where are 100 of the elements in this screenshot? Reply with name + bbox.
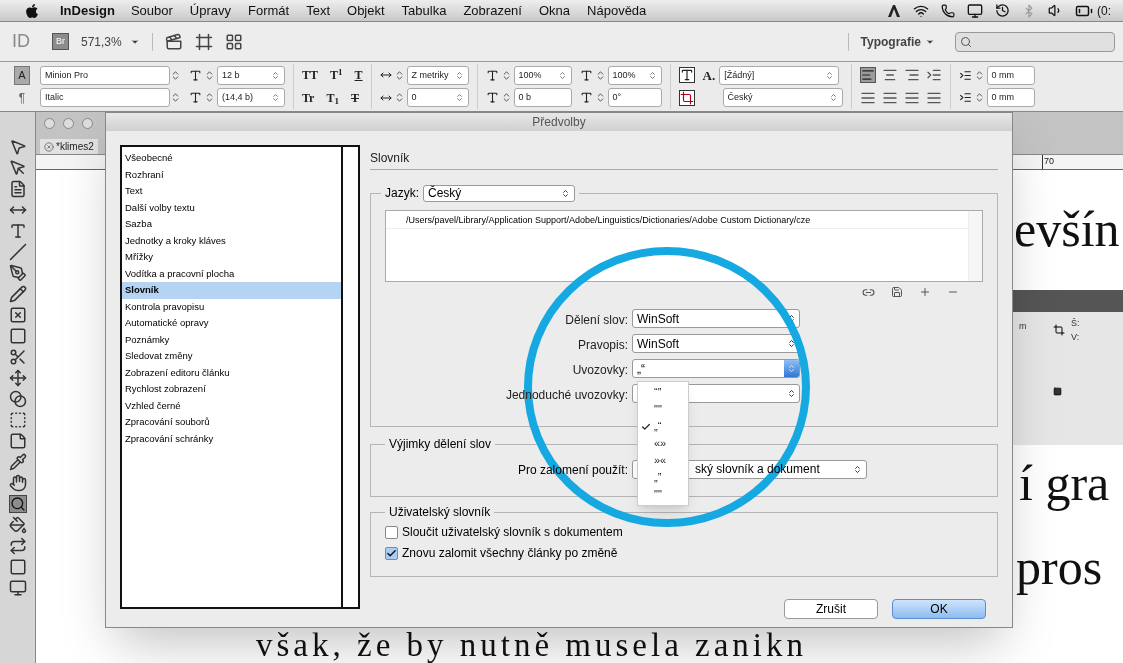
category-item[interactable]: Sledovat změny <box>122 348 341 365</box>
menu-item[interactable]: Text <box>306 0 331 21</box>
first-line-indent-field[interactable]: 0 mm <box>986 88 1035 108</box>
left-indent-field[interactable]: 0 mm <box>986 65 1035 85</box>
skew-field[interactable]: 0° <box>607 88 662 108</box>
character-mode-button[interactable]: A <box>14 66 30 85</box>
menu-item[interactable]: Tabulka <box>401 0 447 21</box>
language-select[interactable]: Český <box>423 184 575 202</box>
zoom-dropdown[interactable]: 571,3% <box>81 32 153 51</box>
search-field[interactable] <box>955 31 1115 52</box>
stepper-icon[interactable] <box>170 92 181 104</box>
menu-option[interactable]: "" <box>638 401 688 418</box>
scissors-icon[interactable] <box>8 348 27 366</box>
horizontal-scale-field[interactable]: 100% <box>607 65 662 85</box>
category-item[interactable]: Sazba <box>122 216 341 233</box>
menu-item[interactable]: Okna <box>538 0 571 21</box>
paragraph-mode-button[interactable]: ¶ <box>18 88 26 107</box>
stepper-icon[interactable] <box>204 92 215 104</box>
category-item[interactable]: Kontrola pravopisu <box>122 298 341 315</box>
menu-item[interactable]: Formát <box>248 0 290 21</box>
crossed-frame-icon[interactable] <box>8 306 27 324</box>
font-size-field[interactable]: 12 b <box>217 65 285 85</box>
move-icon[interactable] <box>8 369 27 387</box>
dialog-button[interactable]: OK <box>892 599 986 619</box>
square-icon[interactable] <box>8 558 27 576</box>
arrange-icon[interactable] <box>224 32 243 51</box>
category-item[interactable]: Rychlost zobrazení <box>122 381 341 398</box>
leading-field[interactable]: (14,4 b) <box>217 88 285 108</box>
blend-icon[interactable] <box>8 390 27 408</box>
category-item[interactable]: Text <box>122 183 341 200</box>
type-icon[interactable] <box>8 222 27 240</box>
apple-icon[interactable] <box>24 2 40 19</box>
category-item[interactable]: Poznámky <box>122 331 341 348</box>
pointer-icon[interactable] <box>8 159 27 177</box>
square-icon[interactable] <box>8 327 27 345</box>
option-select[interactable]: „“ <box>632 359 800 378</box>
case-button[interactable]: T <box>350 88 359 107</box>
text-fill-icon[interactable] <box>678 67 695 84</box>
tracking-field[interactable]: 0 <box>406 88 469 108</box>
menu-item[interactable]: Úpravy <box>189 0 231 21</box>
category-item[interactable]: Rozhraní <box>122 166 341 183</box>
category-item[interactable]: Zpracování souborů <box>122 414 341 431</box>
menu-item[interactable]: InDesign <box>60 0 115 21</box>
menu-option[interactable]: “” <box>638 384 688 401</box>
stepper-icon[interactable] <box>170 69 181 81</box>
note-icon[interactable] <box>8 432 27 450</box>
menu-option[interactable]: «» <box>638 435 688 452</box>
category-item[interactable]: Vzhled černé <box>122 397 341 414</box>
font-field[interactable]: Minion Pro <box>40 65 170 85</box>
swap-icon[interactable] <box>8 537 27 555</box>
page-icon[interactable] <box>8 180 27 198</box>
category-item[interactable]: Zobrazení editoru článku <box>122 364 341 381</box>
menu-item[interactable]: Soubor <box>130 0 173 21</box>
checkbox[interactable] <box>385 525 398 539</box>
pen-icon[interactable] <box>8 264 27 282</box>
category-item[interactable]: Jednotky a kroky kláves <box>122 232 341 249</box>
menu-option[interactable]: „“ <box>638 418 688 435</box>
add-icon[interactable] <box>919 286 931 298</box>
dialog-button[interactable]: Zrušit <box>784 599 878 619</box>
dashed-square-icon[interactable] <box>8 411 27 429</box>
category-item[interactable]: Další volby textu <box>122 199 341 216</box>
clock-icon[interactable] <box>995 3 1010 18</box>
language-field[interactable]: Český <box>722 88 843 108</box>
category-item[interactable]: Mřížky <box>122 249 341 266</box>
menu-item[interactable]: Nápověda <box>587 0 647 21</box>
vertical-scale-field[interactable]: 100% <box>513 65 572 85</box>
case-button[interactable]: TT <box>302 66 318 85</box>
menu-item[interactable]: Zobrazení <box>463 0 522 21</box>
paint-bucket-icon[interactable] <box>8 516 27 534</box>
pencil-icon[interactable] <box>8 285 27 303</box>
baseline-shift-field[interactable]: 0 b <box>513 88 572 108</box>
case-button[interactable]: T$^{1}$ <box>330 66 343 85</box>
hand-icon[interactable] <box>8 474 27 492</box>
menu-item[interactable]: Objekt <box>347 0 385 21</box>
case-button[interactable]: T <box>354 66 363 85</box>
case-button[interactable]: Tr <box>302 88 315 107</box>
relink-icon[interactable] <box>862 286 875 299</box>
character-style-field[interactable]: [Žádný] <box>719 65 840 85</box>
view-options-icon[interactable] <box>164 32 183 51</box>
save-icon[interactable] <box>891 286 903 298</box>
kerning-field[interactable]: Z metriky <box>406 65 469 85</box>
eyedropper-icon[interactable] <box>8 453 27 471</box>
case-button[interactable]: T$_{1}$ <box>326 88 339 107</box>
category-item[interactable]: Automatické opravy <box>122 315 341 332</box>
checkbox[interactable] <box>385 546 398 560</box>
category-item[interactable]: Slovník <box>122 282 341 299</box>
align-icon[interactable] <box>859 67 876 84</box>
workspace-dropdown[interactable]: Typografie <box>847 32 943 51</box>
phone-icon[interactable] <box>941 3 955 18</box>
stepper-icon[interactable] <box>204 69 215 81</box>
category-item[interactable]: Všeobecné <box>122 150 341 167</box>
category-item[interactable]: Zpracování schránky <box>122 430 341 447</box>
monitor-icon[interactable] <box>8 579 27 597</box>
monitor-icon[interactable] <box>967 2 983 19</box>
menu-option[interactable]: "" <box>638 486 688 503</box>
adobe-icon[interactable] <box>887 3 901 18</box>
dictionary-path[interactable]: /Users/pavel/Library/Application Support/Adobe/Linguistics/Dictionaries/Adobe Custom Dictionary/cze <box>386 211 968 229</box>
zoom-icon[interactable] <box>8 495 27 513</box>
pointer-icon[interactable] <box>8 138 27 156</box>
option-select[interactable]: WinSoft <box>632 309 800 328</box>
